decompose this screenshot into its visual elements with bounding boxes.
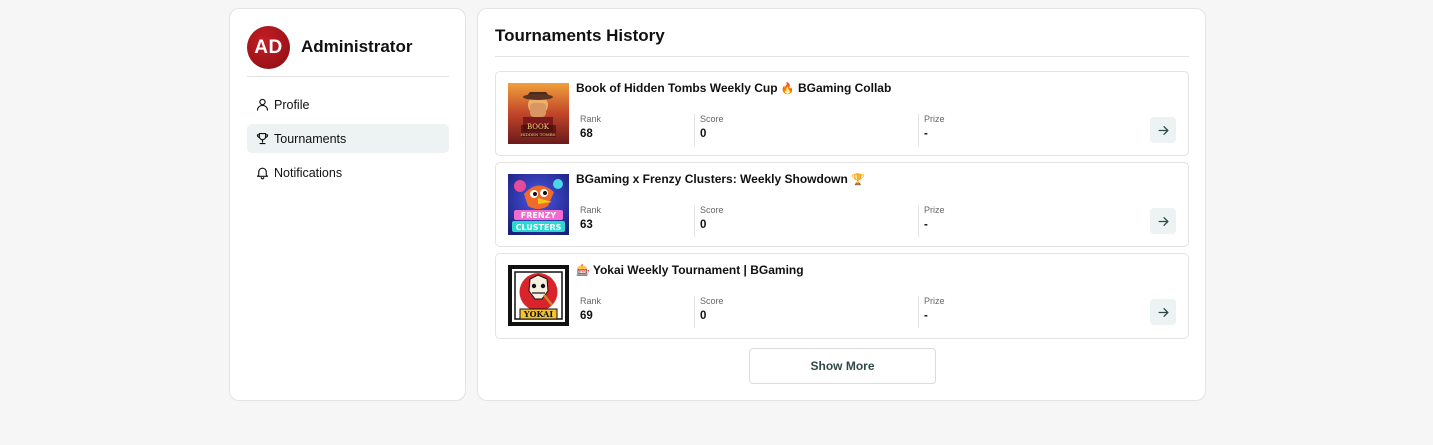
user-header: AD Administrator <box>247 26 449 77</box>
prize-label: Prize <box>924 296 945 306</box>
tournament-title: 🎰 Yokai Weekly Tournament | BGaming <box>576 263 804 277</box>
tournament-title: Book of Hidden Tombs Weekly Cup 🔥 BGamin… <box>576 81 891 95</box>
score-value: 0 <box>700 310 707 322</box>
rank-label: Rank <box>580 114 602 124</box>
score-label: Score <box>700 296 724 306</box>
svg-text:FRENZY: FRENZY <box>521 211 557 220</box>
prize-stat: Prize - <box>918 296 945 328</box>
book-of-hidden-tombs-game-icon: BOOK HIDDEN TOMBS <box>508 83 569 144</box>
svg-text:BOOK: BOOK <box>527 123 550 131</box>
open-tournament-button[interactable] <box>1150 117 1176 143</box>
tournament-title-text: Book of Hidden Tombs Weekly Cup <box>576 81 778 95</box>
sidebar-item-label: Tournaments <box>274 131 347 146</box>
prize-value: - <box>924 128 928 140</box>
score-value: 0 <box>700 128 707 140</box>
svg-text:CLUSTERS: CLUSTERS <box>516 223 562 232</box>
tournaments-history-panel: Tournaments History BOOK HIDDEN TOMBS Bo… <box>477 8 1206 401</box>
rank-value: 69 <box>580 310 593 322</box>
rank-label: Rank <box>580 296 602 306</box>
fire-emoji-icon: 🔥 <box>780 82 795 95</box>
rank-value: 68 <box>580 128 593 140</box>
svg-text:YOKAI: YOKAI <box>523 309 554 319</box>
tournament-title-text: Yokai Weekly Tournament | BGaming <box>592 263 804 277</box>
page-title: Tournaments History <box>495 26 665 45</box>
rank-stat: Rank 69 <box>580 296 601 328</box>
avatar[interactable]: AD <box>247 26 290 69</box>
rank-stat: Rank 68 <box>580 114 601 146</box>
tournament-list: BOOK HIDDEN TOMBS Book of Hidden Tombs W… <box>495 71 1189 345</box>
arrow-right-icon <box>1158 307 1168 317</box>
sidebar-item-label: Notifications <box>274 165 343 180</box>
user-name: Administrator <box>301 37 413 56</box>
prize-stat: Prize - <box>918 205 945 237</box>
tournament-title-suffix: BGaming Collab <box>797 81 892 95</box>
score-value: 0 <box>700 219 707 231</box>
sidebar-item-notifications[interactable]: Notifications <box>247 158 449 187</box>
rank-stat: Rank 63 <box>580 205 601 237</box>
open-tournament-button[interactable] <box>1150 299 1176 325</box>
arrow-right-icon <box>1158 216 1168 226</box>
score-label: Score <box>700 114 724 124</box>
rank-label: Rank <box>580 205 602 215</box>
rank-value: 63 <box>580 219 593 231</box>
svg-text:HIDDEN TOMBS: HIDDEN TOMBS <box>521 132 556 137</box>
score-stat: Score 0 <box>694 114 724 146</box>
user-icon <box>256 98 269 111</box>
prize-label: Prize <box>924 205 945 215</box>
show-more-button[interactable]: Show More <box>749 348 936 384</box>
slot-machine-emoji-icon: 🎰 <box>576 264 590 277</box>
frenzy-clusters-game-icon: FRENZY CLUSTERS <box>508 174 569 235</box>
tournament-card: BOOK HIDDEN TOMBS Book of Hidden Tombs W… <box>495 71 1189 156</box>
sidebar-item-label: Profile <box>274 97 310 112</box>
trophy-icon <box>256 132 269 145</box>
prize-value: - <box>924 219 928 231</box>
tournament-title: BGaming x Frenzy Clusters: Weekly Showdo… <box>576 172 865 186</box>
profile-sidebar: AD Administrator Profile Tournaments Not… <box>229 8 466 401</box>
sidebar-nav: Profile Tournaments Notifications <box>247 90 449 192</box>
prize-label: Prize <box>924 114 945 124</box>
yokai-game-icon: YOKAI <box>508 265 569 326</box>
sidebar-item-tournaments[interactable]: Tournaments <box>247 124 449 153</box>
score-stat: Score 0 <box>694 205 724 237</box>
sidebar-item-profile[interactable]: Profile <box>247 90 449 119</box>
trophy-emoji-icon: 🏆 <box>851 173 865 186</box>
score-stat: Score 0 <box>694 296 724 328</box>
score-label: Score <box>700 205 724 215</box>
tournament-card: YOKAI 🎰 Yokai Weekly Tournament | BGamin… <box>495 253 1189 339</box>
prize-stat: Prize - <box>918 114 945 146</box>
prize-value: - <box>924 310 928 322</box>
tournament-title-text: BGaming x Frenzy Clusters: Weekly Showdo… <box>576 172 848 186</box>
open-tournament-button[interactable] <box>1150 208 1176 234</box>
bell-icon <box>256 167 269 180</box>
arrow-right-icon <box>1158 125 1168 135</box>
divider <box>495 56 1189 57</box>
tournament-card: FRENZY CLUSTERS BGaming x Frenzy Cluster… <box>495 162 1189 247</box>
